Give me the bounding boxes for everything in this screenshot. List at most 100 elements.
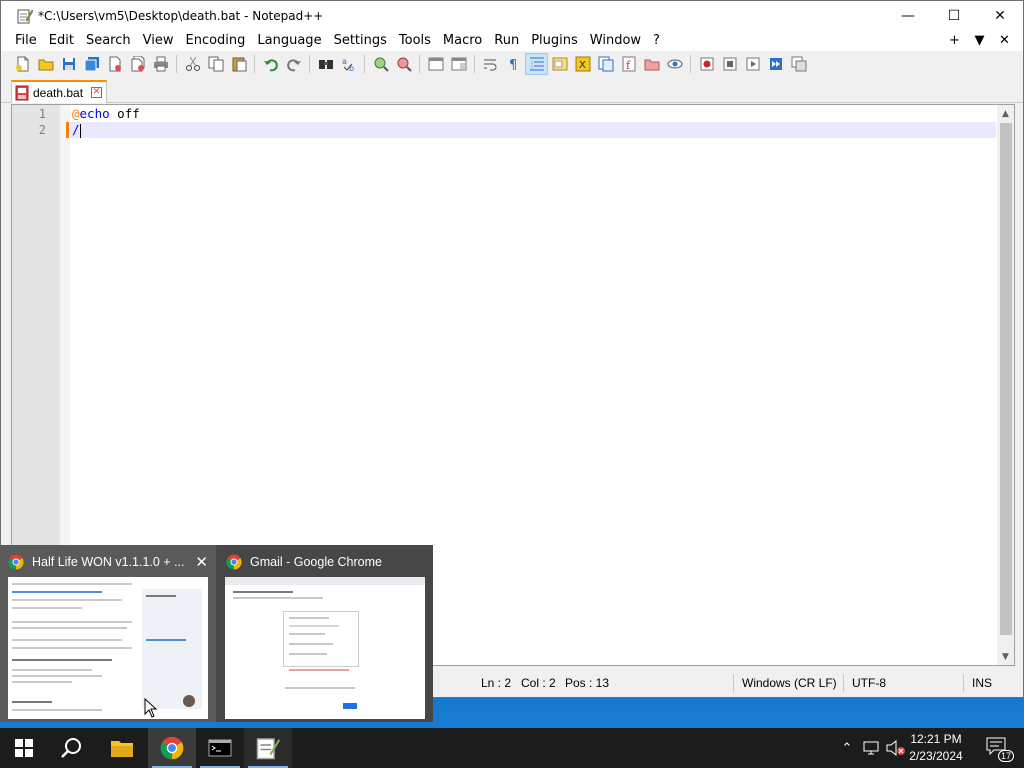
copy-icon[interactable] [204,53,227,75]
vertical-scrollbar[interactable]: ▲ ▼ [997,105,1014,665]
status-mode[interactable]: INS [963,674,992,692]
run-macro-multiple-icon[interactable] [764,53,787,75]
thumbnail-preview [8,577,208,719]
tab-list-dropdown-button[interactable]: ▼ [967,31,992,51]
preview-line [233,597,323,599]
scroll-down-icon[interactable]: ▼ [997,648,1014,665]
thumbnail-gmail[interactable]: Gmail - Google Chrome [218,545,433,722]
tab-death-bat[interactable]: death.bat ✕ [11,80,107,103]
cut-icon[interactable] [181,53,204,75]
undo-icon[interactable] [259,53,282,75]
status-eol[interactable]: Windows (CR LF) [733,674,837,692]
clock[interactable]: 12:21 PM 2/23/2024 [906,731,966,765]
scrollbar-thumb[interactable] [1000,123,1012,635]
play-macro-icon[interactable] [741,53,764,75]
preview-line [289,653,327,655]
close-all-icon[interactable] [126,53,149,75]
chrome-icon [226,554,242,570]
doc-map-icon[interactable]: X [571,53,594,75]
menu-encoding[interactable]: Encoding [179,31,251,51]
sync-h-icon[interactable] [447,53,470,75]
function-list-icon[interactable]: f [617,53,640,75]
open-file-icon[interactable] [34,53,57,75]
menu-file[interactable]: File [9,31,43,51]
folder-workspace-icon[interactable] [640,53,663,75]
tab-close-icon[interactable]: ✕ [91,87,102,98]
sync-v-icon[interactable] [424,53,447,75]
preview-line [12,627,127,629]
menu-settings[interactable]: Settings [328,31,393,51]
indent-guide-icon[interactable] [525,53,548,75]
menu-help[interactable]: ? [647,31,666,51]
chrome-icon [8,554,24,570]
menu-language[interactable]: Language [251,31,327,51]
action-center-button[interactable]: 17 [986,737,1014,762]
preview-line [12,647,132,649]
preview-sidebar [142,589,202,709]
record-macro-icon[interactable] [695,53,718,75]
close-icon[interactable] [103,53,126,75]
thumbnail-half-life[interactable]: Half Life WON v1.1.1.0 + ... ✕ [0,545,216,722]
file-explorer-button[interactable] [98,728,146,768]
save-icon[interactable] [57,53,80,75]
preview-line [233,591,293,593]
menu-plugins[interactable]: Plugins [525,31,584,51]
find-icon[interactable] [314,53,337,75]
menu-search[interactable]: Search [80,31,137,51]
save-macro-icon[interactable] [787,53,810,75]
volume-muted-icon[interactable] [886,740,906,756]
text-caret [79,123,81,138]
search-button[interactable] [48,728,96,768]
notepadpp-taskbar-button[interactable] [244,728,292,768]
print-icon[interactable] [149,53,172,75]
scroll-up-icon[interactable]: ▲ [997,105,1014,122]
preview-button [343,703,357,709]
redo-icon[interactable] [282,53,305,75]
current-line[interactable]: / [70,122,996,138]
taskbar-thumbnail-popup: Half Life WON v1.1.1.0 + ... ✕ Gmail - G… [0,545,433,722]
menu-edit[interactable]: Edit [43,31,80,51]
line-number: 1 [38,107,46,121]
network-icon[interactable] [862,740,880,756]
all-chars-icon[interactable]: ¶ [502,53,525,75]
thumbnail-close-icon[interactable]: ✕ [195,553,208,571]
title-bar[interactable]: *C:\Users\vm5\Desktop\death.bat - Notepa… [1,1,1023,31]
monitor-icon[interactable] [663,53,686,75]
menu-view[interactable]: View [137,31,180,51]
line-number: 2 [38,123,46,137]
preview-line [289,669,349,671]
maximize-button[interactable]: ☐ [931,1,977,31]
menu-macro[interactable]: Macro [437,31,488,51]
menu-run[interactable]: Run [488,31,525,51]
show-hidden-icons-chevron-icon[interactable]: ⌃ [838,740,856,756]
close-button[interactable]: ✕ [977,1,1023,31]
new-file-icon[interactable] [11,53,34,75]
toolbar-separator [176,55,177,73]
terminal-taskbar-button[interactable] [196,728,244,768]
zoom-out-icon[interactable] [392,53,415,75]
close-document-button[interactable]: ✕ [992,31,1017,51]
save-all-icon[interactable] [80,53,103,75]
paste-icon[interactable] [227,53,250,75]
notepadpp-app-icon[interactable] [17,8,33,24]
udl-icon[interactable] [548,53,571,75]
zoom-in-icon[interactable] [369,53,392,75]
toolbar-separator [254,55,255,73]
chrome-taskbar-button[interactable] [148,728,196,768]
code-line[interactable]: @echo off [70,106,996,122]
doc-list-icon[interactable] [594,53,617,75]
menu-window[interactable]: Window [584,31,647,51]
menu-tools[interactable]: Tools [393,31,437,51]
stop-macro-icon[interactable] [718,53,741,75]
status-encoding[interactable]: UTF-8 [843,674,886,692]
thumbnail-preview [225,577,425,719]
replace-icon[interactable]: ab [337,53,360,75]
thumbnail-header: Gmail - Google Chrome [218,551,433,573]
folder-icon [111,741,133,757]
start-button[interactable] [0,728,48,768]
preview-line [12,669,92,671]
terminal-icon [208,739,232,757]
minimize-button[interactable]: — [885,1,931,31]
new-tab-plus-button[interactable]: + [942,31,967,51]
word-wrap-icon[interactable] [479,53,502,75]
